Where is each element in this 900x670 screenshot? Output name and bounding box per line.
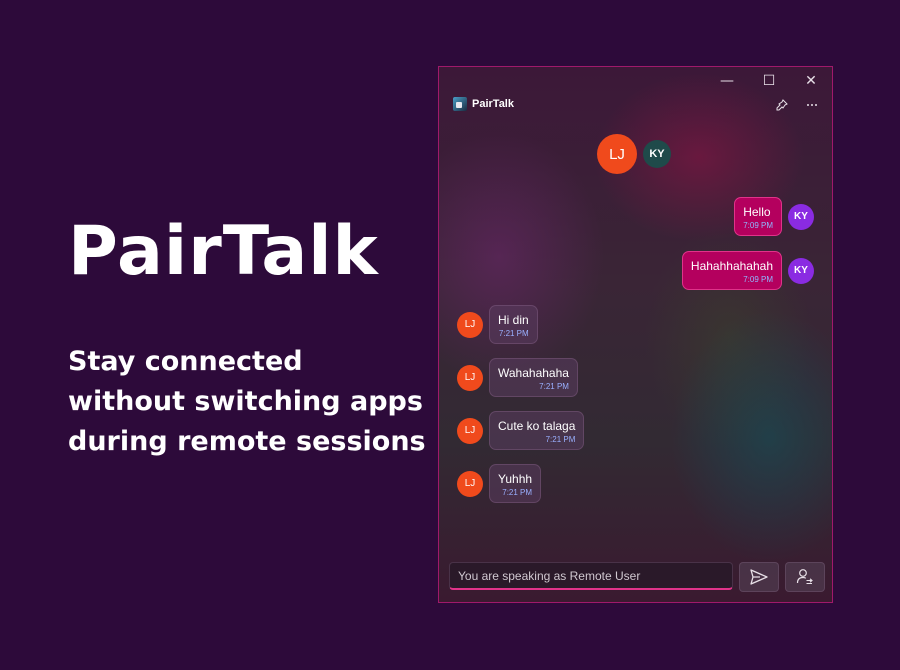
message-time: 7:21 PM	[539, 382, 569, 391]
message-row: Hello 7:09 PM KY	[734, 197, 814, 236]
message-text: Hahahhahahah	[690, 259, 773, 273]
participants: LJ KY	[597, 134, 671, 174]
hero-subtitle: Stay connected without switching apps du…	[68, 346, 426, 457]
avatar: LJ	[457, 364, 483, 391]
minimize-icon: —	[720, 73, 734, 89]
avatar: KY	[788, 257, 814, 284]
send-button[interactable]	[739, 562, 779, 592]
message-row: LJ Hi din 7:21 PM	[457, 305, 538, 344]
app-logo-icon	[453, 97, 467, 111]
close-icon: ✕	[805, 73, 817, 89]
message-bubble: Cute ko talaga 7:21 PM	[489, 411, 585, 450]
message-bubble: Wahahahaha 7:21 PM	[489, 358, 578, 397]
participant-avatar-ky[interactable]: KY	[643, 140, 671, 168]
pin-icon[interactable]	[776, 99, 788, 111]
maximize-button[interactable]: ☐	[748, 67, 790, 95]
message-text: Yuhhh	[498, 472, 533, 486]
more-icon[interactable]	[806, 99, 818, 111]
message-bubble: Hahahhahahah 7:09 PM	[681, 251, 782, 290]
message-row: LJ Wahahahaha 7:21 PM	[457, 358, 578, 397]
message-time: 7:21 PM	[502, 488, 533, 497]
avatar: LJ	[457, 470, 483, 497]
window-controls: — ☐ ✕	[706, 67, 832, 95]
minimize-button[interactable]: —	[706, 67, 748, 95]
user-switch-icon	[796, 569, 813, 585]
close-button[interactable]: ✕	[790, 67, 832, 95]
message-text: Wahahahaha	[498, 366, 569, 380]
message-time: 7:21 PM	[498, 329, 529, 338]
send-icon	[750, 569, 768, 585]
hero-title: PairTalk	[68, 212, 379, 291]
message-bubble: Hi din 7:21 PM	[489, 305, 538, 344]
avatar: LJ	[457, 417, 483, 444]
message-text: Cute ko talaga	[498, 419, 576, 433]
header-actions	[776, 99, 818, 111]
message-time: 7:09 PM	[743, 275, 773, 284]
message-row: LJ Yuhhh 7:21 PM	[457, 464, 542, 503]
avatar: LJ	[457, 311, 483, 338]
message-bubble: Hello 7:09 PM	[734, 197, 782, 236]
avatar: KY	[788, 203, 814, 230]
participant-avatar-lj[interactable]: LJ	[597, 134, 637, 174]
message-text: Hi din	[498, 313, 529, 327]
pairtalk-window: — ☐ ✕ PairTalk LJ KY Hello 7:09 PM KY Ha…	[438, 66, 833, 603]
message-bubble: Yuhhh 7:21 PM	[489, 464, 542, 503]
user-switch-button[interactable]	[785, 562, 825, 592]
app-header: PairTalk	[453, 97, 514, 111]
message-row: LJ Cute ko talaga 7:21 PM	[457, 411, 585, 450]
message-time: 7:21 PM	[545, 435, 576, 444]
message-row: Hahahhahahah 7:09 PM KY	[681, 251, 814, 290]
maximize-icon: ☐	[762, 73, 776, 89]
message-text: Hello	[743, 205, 771, 219]
app-title: PairTalk	[472, 98, 514, 110]
composer	[449, 562, 825, 592]
message-input[interactable]	[449, 562, 733, 590]
message-time: 7:09 PM	[743, 221, 773, 230]
